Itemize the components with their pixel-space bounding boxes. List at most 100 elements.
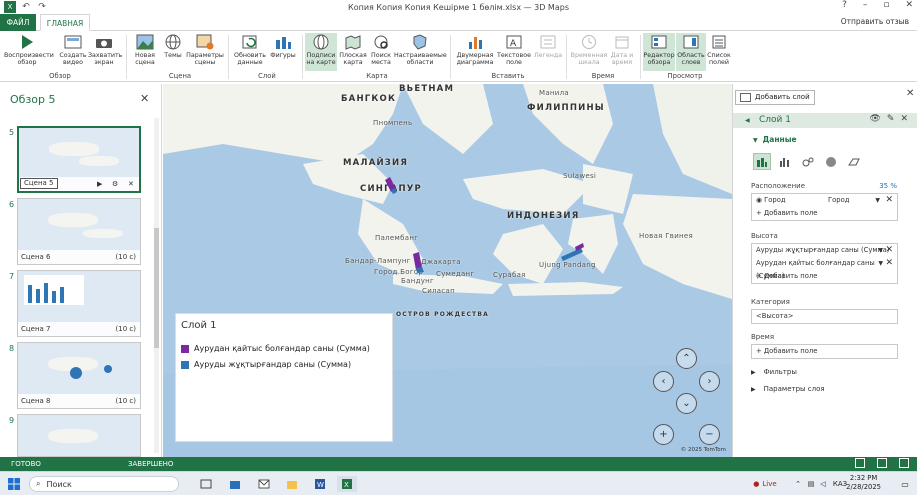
pencil-icon[interactable]: ✎ (887, 114, 895, 124)
windows-start-icon[interactable] (6, 476, 22, 492)
legend-button[interactable]: Легенда (533, 33, 563, 59)
dropdown-arrow-icon[interactable]: ▼ (875, 194, 880, 207)
text-box-button[interactable]: A Текстовое поле (496, 33, 532, 66)
taskbar-search[interactable]: ⌕ Поиск (29, 476, 179, 492)
tour-editor-button[interactable]: Редактор обзора (643, 33, 675, 71)
help-icon[interactable]: ? (842, 0, 847, 10)
clustered-column-icon[interactable] (776, 153, 794, 170)
scene-thumbnail[interactable]: Сцена 8 (10 с) (17, 342, 141, 409)
height-field-row[interactable]: Аурудан қайтыс болғандар саны (Сумма) ▼ … (752, 257, 897, 280)
mail-icon[interactable] (256, 476, 272, 492)
tilt-down-button[interactable]: ⌄ (676, 393, 697, 414)
view-icon[interactable] (877, 458, 887, 468)
rotate-right-button[interactable]: › (699, 371, 720, 392)
layer-header[interactable]: ◀ Слой 1 👁 ✎ ✕ (733, 113, 917, 128)
remove-field-icon[interactable]: ✕ (885, 244, 893, 257)
location-match-percent[interactable]: 35 % (879, 182, 897, 190)
scene-settings-icon[interactable]: ⚙ (112, 177, 118, 191)
date-time-button[interactable]: Дата и время (608, 33, 636, 66)
collapse-triangle-icon[interactable]: ◀ (745, 117, 750, 124)
close-window-icon[interactable]: ✕ (905, 0, 913, 10)
filters-section[interactable]: ▶ Фильтры (751, 368, 797, 376)
group-time: Время (591, 72, 615, 80)
scrollbar-thumb[interactable] (154, 228, 159, 348)
dropdown-arrow-icon[interactable]: ▼ (878, 244, 883, 257)
tab-file[interactable]: ФАЙЛ (0, 14, 36, 31)
maximize-icon[interactable]: ▫ (883, 0, 889, 10)
2d-chart-button[interactable]: Двумерная диаграмма (455, 33, 495, 66)
time-box[interactable]: + Добавить поле (751, 344, 898, 359)
flat-map-button[interactable]: Плоская карта (339, 33, 367, 66)
timeline-button[interactable]: Временная шкала (570, 33, 608, 66)
stacked-column-icon[interactable] (753, 153, 771, 170)
zoom-in-button[interactable]: + (653, 424, 674, 445)
view-icon[interactable] (855, 458, 865, 468)
close-tour-pane-icon[interactable]: ✕ (140, 92, 149, 105)
send-feedback-link[interactable]: Отправить отзыв (841, 17, 909, 26)
tab-home[interactable]: ГЛАВНАЯ (40, 14, 90, 31)
scene-thumbnail[interactable]: Сцена 7 (10 с) (17, 270, 141, 337)
scene-thumbnail[interactable]: Сцена 5 ▶ ⚙ ✕ (17, 126, 141, 193)
network-icon[interactable]: ▤ (806, 476, 816, 492)
view-icon[interactable] (899, 458, 909, 468)
tilt-up-button[interactable]: ⌃ (676, 348, 697, 369)
location-type-select[interactable]: Город (828, 194, 849, 207)
scene-thumbnail[interactable]: Сцена 6 (10 с) (17, 198, 141, 265)
chevron-down-icon: ⌄ (682, 398, 691, 409)
add-field-row[interactable]: + Добавить поле (752, 270, 897, 283)
zoom-out-button[interactable]: − (699, 424, 720, 445)
scene-thumbnail[interactable] (17, 414, 141, 457)
map-legend[interactable]: Слой 1 Аурудан қайтыс болғандар саны (Су… (175, 313, 393, 442)
add-field-row[interactable]: + Добавить поле (752, 345, 897, 358)
scene-delete-icon[interactable]: ✕ (128, 177, 134, 191)
word-icon[interactable]: W (312, 476, 328, 492)
chevron-up-icon[interactable]: ⌃ (792, 476, 804, 492)
field-list-button[interactable]: Список полей (707, 33, 731, 66)
taskbar-clock[interactable]: 2:32 PM 2/28/2025 (846, 474, 881, 492)
bubble-icon[interactable] (799, 153, 817, 170)
excel-taskbar-icon[interactable]: X (337, 476, 357, 492)
add-field-row[interactable]: + Добавить поле (752, 207, 897, 220)
minimize-icon[interactable]: – (863, 0, 868, 10)
play-tour-button[interactable]: Воспроизвести обзор (4, 33, 54, 66)
volume-icon[interactable]: ◁ (818, 476, 828, 492)
rotate-left-button[interactable]: ‹ (653, 371, 674, 392)
notifications-icon[interactable]: ▭ (898, 476, 912, 492)
themes-button[interactable]: Темы (160, 33, 186, 59)
live-weather[interactable]: ● Live (748, 476, 782, 492)
tour-scrollbar[interactable] (154, 118, 159, 453)
scene-options-button[interactable]: Параметры сцены (186, 33, 224, 66)
height-field-row[interactable]: Ауруды жұқтырғандар саны (Сумма) ▼ ✕ (752, 244, 897, 257)
scene-play-icon[interactable]: ▶ (97, 177, 102, 191)
category-box[interactable]: <Высота> (751, 309, 898, 324)
location-field-row[interactable]: ◉ Город Город ▼ ✕ (752, 194, 897, 207)
map-label: ФИЛИППИНЫ (527, 103, 605, 113)
find-location-button[interactable]: Поиск места (368, 33, 394, 66)
heat-map-icon[interactable] (822, 153, 840, 170)
new-scene-button[interactable]: Новая сцена (130, 33, 160, 66)
layer-pane-button[interactable]: Область слоев (676, 33, 706, 71)
radio-icon[interactable]: ◉ (756, 196, 762, 204)
delete-layer-icon[interactable]: ✕ (900, 114, 908, 124)
task-view-icon[interactable] (198, 476, 214, 492)
store-icon[interactable] (227, 476, 243, 492)
close-layer-pane-icon[interactable]: ✕ (906, 88, 914, 99)
add-layer-button[interactable]: Добавить слой (735, 90, 815, 105)
scene-name-field[interactable]: Сцена 5 (20, 178, 58, 189)
thumbnail-land (48, 429, 98, 443)
region-icon[interactable] (845, 153, 863, 170)
remove-field-icon[interactable]: ✕ (885, 194, 893, 207)
refresh-data-button[interactable]: Обновить данные (232, 33, 268, 66)
map-canvas[interactable]: ВЬЕТНАМ БАНГКОК Пномпень ФИЛИППИНЫ Манил… (163, 84, 732, 457)
layer-options-section[interactable]: ▶ Параметры слоя (751, 385, 825, 393)
map-labels-button[interactable]: Подписи на карте (305, 33, 337, 71)
dropdown-arrow-icon[interactable]: ▼ (878, 257, 883, 270)
create-video-button[interactable]: Создать видео (56, 33, 90, 66)
capture-screen-button[interactable]: Захватить экран (88, 33, 122, 66)
custom-regions-button[interactable]: Настраиваемые области (394, 33, 447, 66)
data-section-title[interactable]: ▼ Данные (753, 135, 797, 144)
eye-icon[interactable]: 👁 (869, 114, 880, 124)
shapes-button[interactable]: Фигуры (268, 33, 298, 59)
remove-field-icon[interactable]: ✕ (885, 257, 893, 270)
folder-icon[interactable] (284, 476, 300, 492)
